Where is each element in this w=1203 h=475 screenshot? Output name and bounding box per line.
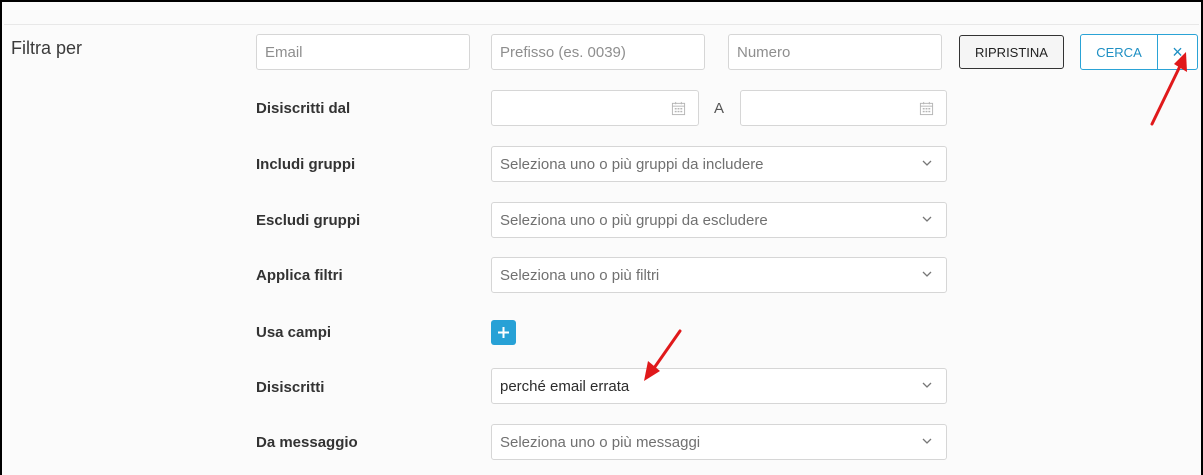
date-from-input[interactable]	[491, 90, 699, 126]
unsubscribed-reason-select[interactable]: perché email errata	[491, 368, 947, 404]
use-fields-label: Usa campi	[256, 324, 332, 341]
chevron-down-icon	[922, 160, 932, 166]
chevron-down-icon	[922, 271, 932, 277]
chevron-down-icon	[922, 216, 932, 222]
from-message-placeholder: Seleziona uno o più messaggi	[500, 433, 701, 451]
exclude-groups-placeholder: Seleziona uno o più gruppi da escludere	[500, 211, 768, 229]
date-to-input[interactable]	[740, 90, 947, 126]
exclude-groups-label: Escludi gruppi	[256, 212, 361, 229]
search-button[interactable]: CERCA	[1081, 35, 1157, 69]
close-icon: ×	[1172, 41, 1183, 62]
exclude-groups-select[interactable]: Seleziona uno o più gruppi da escludere	[491, 202, 947, 238]
date-range-separator: A	[714, 100, 725, 117]
prefix-input[interactable]	[491, 34, 705, 70]
filter-panel: Filtra per RIPRISTINA CERCA × Disiscritt…	[0, 0, 1203, 475]
calendar-icon	[919, 101, 934, 116]
number-input[interactable]	[728, 34, 942, 70]
close-button[interactable]: ×	[1158, 35, 1197, 69]
apply-filters-label: Applica filtri	[256, 267, 343, 284]
from-message-select[interactable]: Seleziona uno o più messaggi	[491, 424, 947, 460]
unsubscribed-reason-value: perché email errata	[500, 377, 630, 395]
add-field-button[interactable]	[491, 320, 516, 345]
apply-filters-select[interactable]: Seleziona uno o più filtri	[491, 257, 947, 293]
include-groups-label: Includi gruppi	[256, 156, 356, 173]
include-groups-placeholder: Seleziona uno o più gruppi da includere	[500, 155, 764, 173]
email-input[interactable]	[256, 34, 470, 70]
search-button-group: CERCA ×	[1080, 34, 1198, 70]
reset-button[interactable]: RIPRISTINA	[959, 35, 1064, 69]
apply-filters-placeholder: Seleziona uno o più filtri	[500, 266, 660, 284]
calendar-icon	[671, 101, 686, 116]
unsubscribed-label: Disiscritti	[256, 379, 325, 396]
from-message-label: Da messaggio	[256, 434, 358, 451]
chevron-down-icon	[922, 382, 932, 388]
include-groups-select[interactable]: Seleziona uno o più gruppi da includere	[491, 146, 947, 182]
chevron-down-icon	[922, 438, 932, 444]
unsubscribed-from-label: Disiscritti dal	[256, 100, 351, 117]
filter-title: Filtra per	[11, 38, 83, 58]
divider	[4, 24, 1199, 25]
plus-icon	[498, 327, 509, 338]
